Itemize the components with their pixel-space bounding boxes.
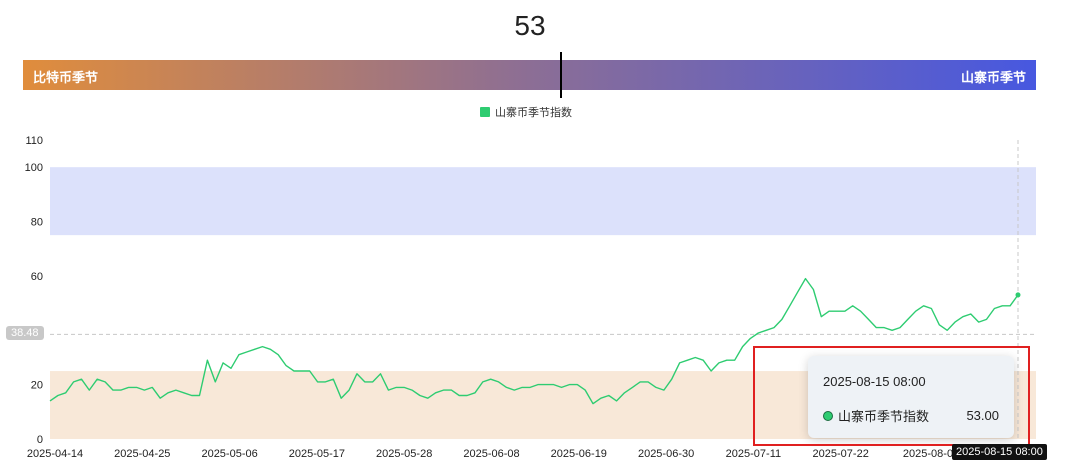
x-tick-label: 2025-05-28 — [376, 448, 432, 460]
series-last-point — [1015, 292, 1021, 298]
x-tick-label: 2025-05-06 — [201, 448, 257, 460]
x-tick-label: 2025-08-0 — [903, 448, 953, 460]
crosshair-y-value-tag: 38.48 — [6, 326, 44, 340]
highlight-box — [753, 346, 1030, 446]
altcoin-season-band — [50, 167, 1036, 236]
y-tick-label: 20 — [31, 380, 43, 392]
x-tick-label: 2025-07-11 — [726, 448, 781, 460]
x-tick-label: 2025-05-17 — [289, 448, 345, 460]
y-tick-label: 60 — [31, 271, 43, 283]
x-tick-label: 2025-04-25 — [114, 448, 170, 460]
x-tick-label: 2025-06-08 — [463, 448, 519, 460]
x-tick-label: 2025-07-22 — [813, 448, 869, 460]
x-tick-label: 2025-06-19 — [551, 448, 607, 460]
x-tick-label: 2025-04-14 — [27, 448, 83, 460]
y-tick-label: 110 — [25, 135, 43, 147]
crosshair-x-date-tag: 2025-08-15 08:00 — [952, 444, 1047, 460]
x-tick-label: 2025-06-30 — [638, 448, 694, 460]
y-tick-label: 0 — [37, 434, 43, 446]
y-tick-label: 100 — [25, 162, 43, 174]
y-tick-label: 80 — [31, 217, 43, 229]
